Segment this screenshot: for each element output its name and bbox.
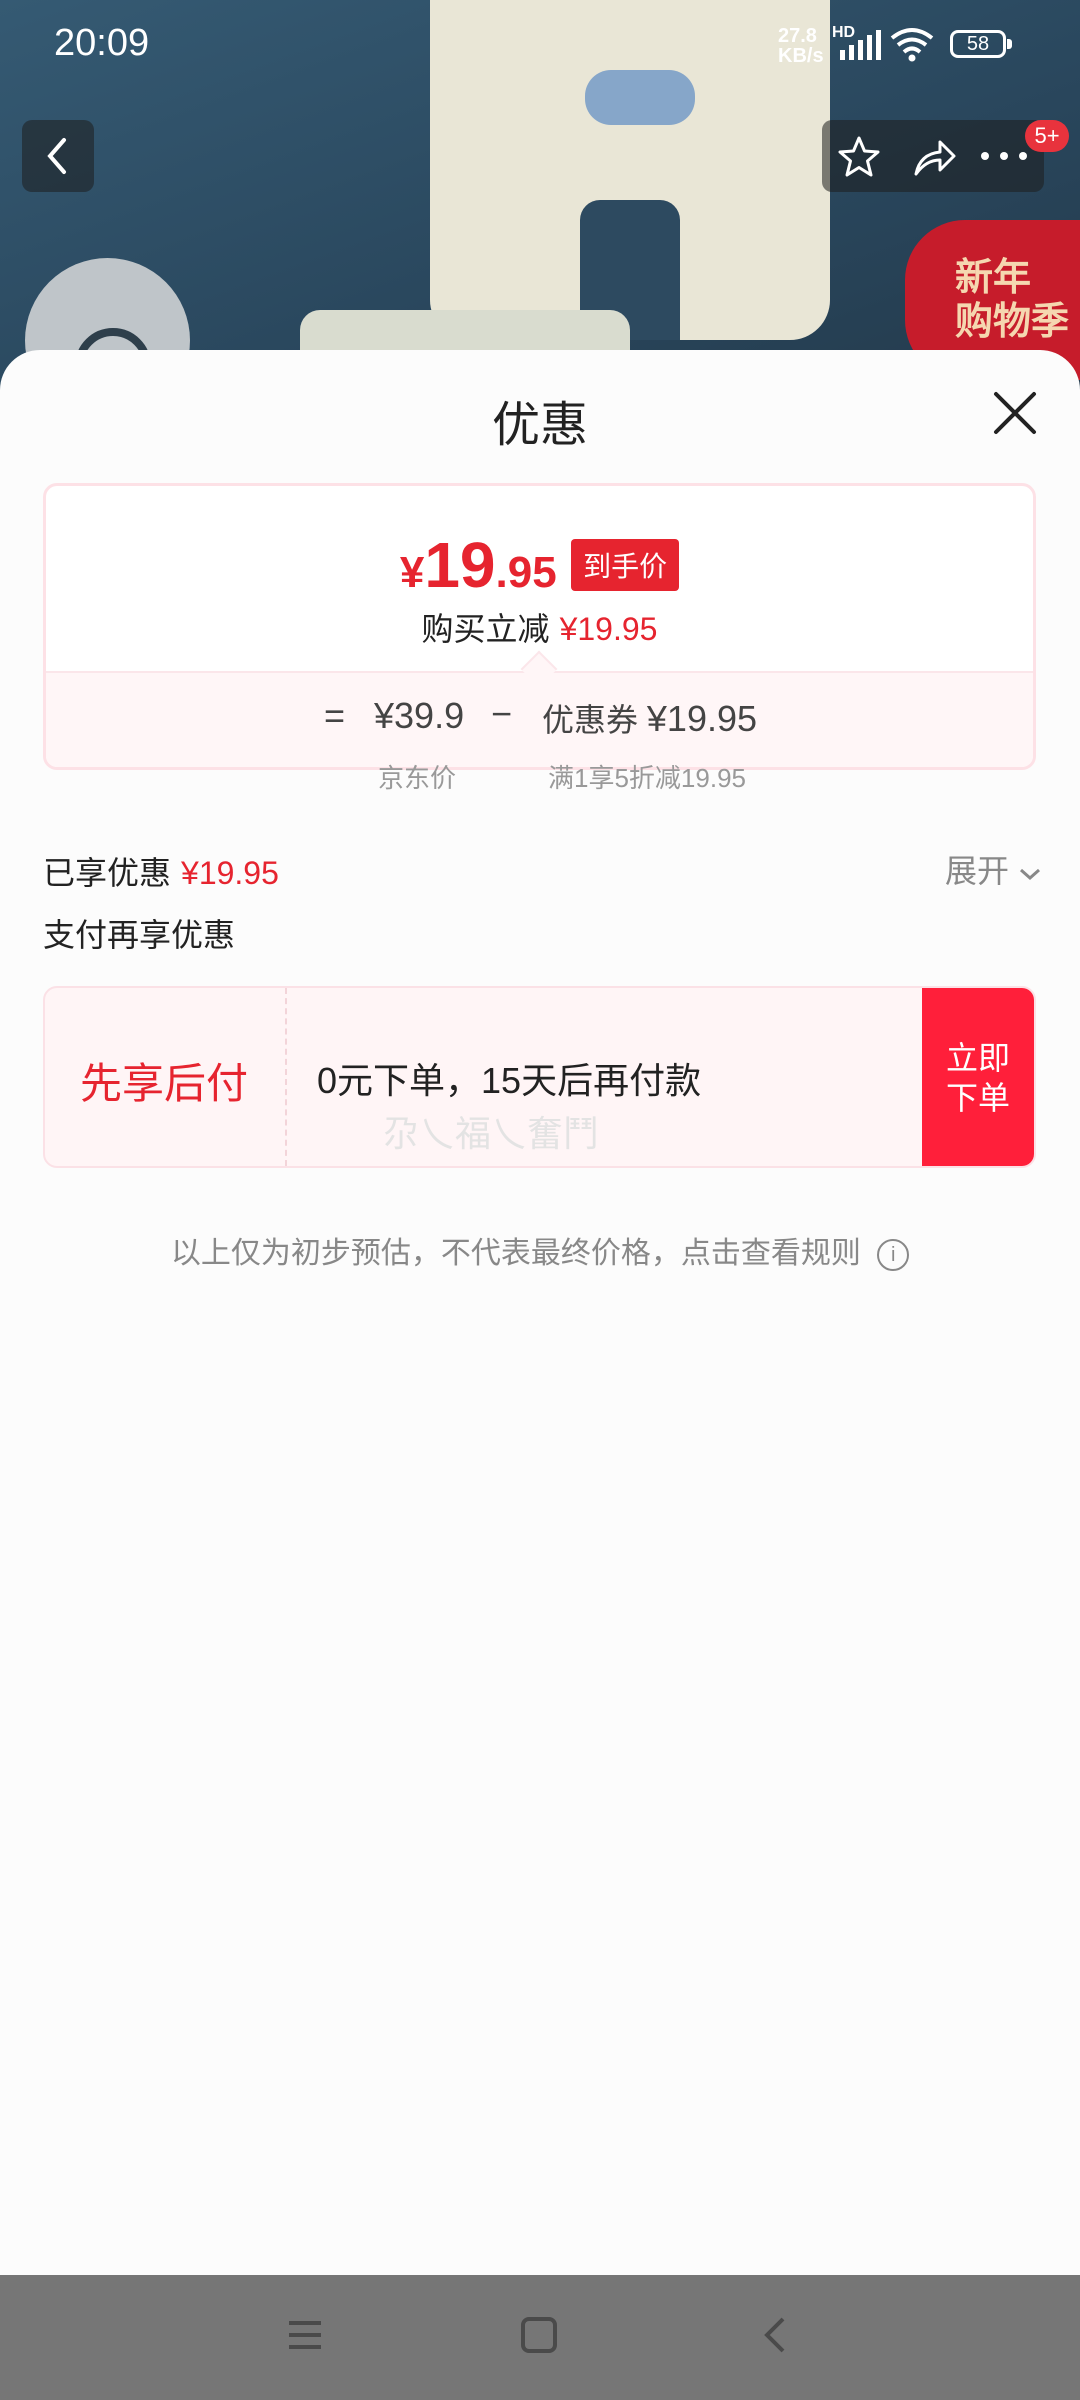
status-bar: 20:09 27.8 KB/s HD 58	[0, 0, 1080, 90]
signal-icon	[840, 30, 881, 60]
share-icon[interactable]	[910, 134, 958, 180]
instant-reduce-amount: ¥19.95	[559, 611, 658, 647]
expand-button[interactable]: 展开	[945, 846, 1042, 892]
promo-badge-line2: 购物季	[955, 301, 1070, 343]
enjoyed-discount-amount: ¥19.95	[181, 855, 279, 891]
disclaimer-text: 以上仅为初步预估，不代表最终价格，点击查看规则	[170, 1237, 861, 1270]
enjoyed-discount-row: 已享优惠 ¥19.95	[43, 848, 279, 894]
back-icon[interactable]	[755, 2315, 795, 2355]
bnpl-description: 0元下单，15天后再付款	[317, 1060, 702, 1101]
notification-badge: 5+	[1025, 120, 1069, 152]
battery-icon: 58	[950, 30, 1012, 58]
coupon-label: 优惠券	[542, 702, 639, 738]
final-price-decimal: .95	[495, 548, 557, 597]
back-button[interactable]	[22, 120, 94, 192]
bnpl-title: 先享后付	[80, 1060, 249, 1107]
payment-offers-heading: 支付再享优惠	[43, 917, 236, 953]
chevron-left-icon	[47, 138, 66, 174]
coupon-value: ¥19.95	[646, 698, 758, 739]
final-price-currency: ¥	[399, 548, 425, 597]
more-icon[interactable]	[978, 148, 1030, 164]
instant-reduce-label: 购买立减	[421, 611, 550, 647]
network-speed-unit: KB/s	[778, 45, 824, 67]
price-disclaimer-link[interactable]: 以上仅为初步预估，不代表最终价格，点击查看规则 i	[0, 1228, 1080, 1272]
network-speed-value: 27.8	[778, 25, 817, 47]
info-icon: i	[877, 1239, 910, 1272]
status-time: 20:09	[54, 22, 150, 64]
menu-icon[interactable]	[285, 2315, 325, 2355]
order-now-button[interactable]: 立即 下单	[922, 988, 1034, 1166]
coupon-amount: 优惠券 ¥19.95	[542, 695, 757, 741]
minus-sign: −	[491, 693, 513, 734]
system-navigation-bar	[0, 2275, 1080, 2400]
price-breakdown-card: ¥19.95 到手价 购买立减 ¥19.95 = ¥39.9 − 优惠券 ¥19.…	[43, 483, 1036, 770]
order-now-line2: 下单	[945, 1080, 1010, 1116]
home-icon[interactable]	[519, 2315, 559, 2355]
wifi-icon	[890, 28, 934, 62]
expand-label: 展开	[945, 853, 1010, 889]
enjoyed-discount-label: 已享优惠	[43, 855, 172, 891]
coupon-condition: 满1享5折减19.95	[548, 763, 746, 793]
bnpl-divider	[285, 988, 287, 1166]
network-speed: 27.8 KB/s	[778, 26, 824, 66]
close-icon[interactable]	[990, 388, 1040, 438]
equals-sign: =	[324, 695, 346, 736]
promo-badge-line1: 新年	[955, 257, 1032, 299]
final-price: ¥19.95	[400, 528, 557, 602]
watermark: 尕乀福乀奮鬥	[383, 1113, 600, 1154]
final-price-integer: 19	[424, 529, 496, 601]
sheet-title: 优惠	[491, 399, 588, 452]
order-now-line1: 立即	[945, 1040, 1010, 1076]
final-price-row: ¥19.95 到手价	[46, 528, 1033, 602]
star-icon[interactable]	[836, 134, 882, 180]
jd-price-label: 京东价	[378, 763, 457, 793]
instant-reduce-row: 购买立减 ¥19.95	[46, 604, 1033, 650]
final-price-tag: 到手价	[571, 539, 680, 591]
discount-sheet: 优惠 ¥19.95 到手价 购买立减 ¥19.95 = ¥39.9 − 优惠券 ¥…	[0, 350, 1080, 2275]
jd-price: ¥39.9	[374, 695, 465, 736]
chevron-down-icon	[1019, 868, 1040, 880]
top-actions-group	[822, 120, 1044, 192]
